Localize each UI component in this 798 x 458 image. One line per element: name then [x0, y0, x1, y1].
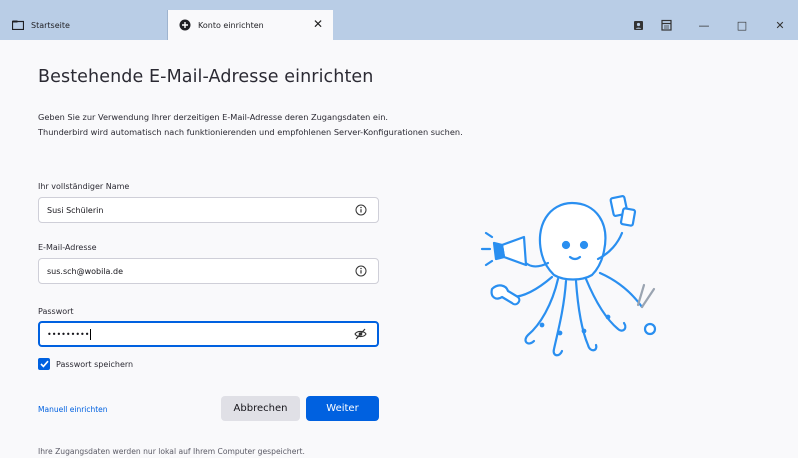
password-label: Passwort [38, 307, 74, 316]
address-book-icon[interactable] [626, 13, 650, 37]
manual-setup-link[interactable]: Manuell einrichten [38, 405, 108, 414]
page-title: Bestehende E-Mail-Adresse einrichten [38, 67, 374, 87]
tab-startseite[interactable]: Startseite [0, 10, 168, 40]
name-field[interactable]: Susi Schülerin [38, 197, 379, 223]
password-value: ••••••••• [47, 328, 353, 340]
maximize-icon[interactable]: □ [730, 13, 754, 37]
octopus-mascot-illustration [480, 195, 657, 357]
close-window-icon[interactable]: ✕ [768, 13, 792, 37]
calendar-icon[interactable] [654, 13, 678, 37]
tab-bar: Startseite Konto einrichten ✕ — □ ✕ [0, 0, 798, 40]
email-label: E-Mail-Adresse [38, 243, 97, 252]
next-button[interactable]: Weiter [306, 396, 379, 421]
tab-label: Startseite [31, 20, 70, 30]
description-line-1: Geben Sie zur Verwendung Ihrer derzeitig… [38, 112, 389, 122]
account-setup-page: Bestehende E-Mail-Adresse einrichten Geb… [0, 40, 798, 458]
email-field[interactable]: sus.sch@wobila.de [38, 258, 379, 284]
tab-konto-einrichten[interactable]: Konto einrichten ✕ [168, 10, 333, 40]
folder-icon [12, 19, 24, 31]
minimize-icon[interactable]: — [692, 13, 716, 37]
remember-password-row[interactable]: Passwort speichern [38, 358, 133, 370]
info-icon[interactable] [354, 203, 368, 217]
tab-label: Konto einrichten [198, 20, 264, 30]
name-value: Susi Schülerin [47, 205, 104, 215]
remember-password-checkbox[interactable] [38, 358, 50, 370]
eye-slash-icon[interactable] [353, 327, 367, 341]
close-tab-icon[interactable]: ✕ [313, 17, 323, 31]
window-controls: — □ ✕ [622, 10, 798, 40]
privacy-note: Ihre Zugangsdaten werden nur lokal auf I… [38, 447, 305, 456]
remember-password-label: Passwort speichern [56, 359, 134, 369]
name-label: Ihr vollständiger Name [38, 182, 130, 191]
add-circle-icon [179, 19, 191, 31]
description-line-2: Thunderbird wird automatisch nach funkti… [38, 127, 463, 137]
password-dots: ••••••••• [47, 329, 90, 339]
email-value: sus.sch@wobila.de [47, 266, 123, 276]
password-field[interactable]: ••••••••• [38, 321, 379, 347]
info-icon[interactable] [354, 264, 368, 278]
cancel-button[interactable]: Abbrechen [221, 396, 300, 421]
